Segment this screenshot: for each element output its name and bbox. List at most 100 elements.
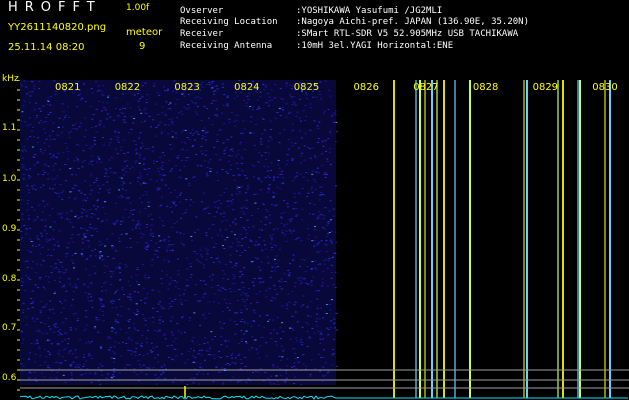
noise-dot xyxy=(211,87,214,89)
noise-dot xyxy=(309,373,312,375)
noise-dot xyxy=(221,112,223,114)
noise-dot xyxy=(180,302,183,304)
noise-dot xyxy=(335,365,338,367)
noise-dot xyxy=(256,99,259,101)
noise-dot xyxy=(267,378,270,380)
noise-dot xyxy=(70,259,73,261)
noise-dot xyxy=(72,361,75,363)
noise-dot xyxy=(65,256,68,258)
noise-dot xyxy=(201,86,204,88)
noise-dot xyxy=(300,240,303,242)
noise-dot xyxy=(57,135,60,137)
noise-dot xyxy=(317,242,320,244)
noise-dot xyxy=(237,168,240,169)
noise-dot xyxy=(302,304,305,306)
noise-dot xyxy=(47,114,50,115)
noise-dot xyxy=(242,287,245,289)
noise-dot xyxy=(89,223,92,225)
noise-dot xyxy=(292,259,295,261)
x-tick-label: 0830 xyxy=(592,82,618,93)
noise-dot xyxy=(140,202,143,204)
noise-dot xyxy=(206,131,209,133)
noise-dot xyxy=(300,306,303,308)
noise-dot xyxy=(311,173,314,175)
noise-dot xyxy=(44,121,47,122)
noise-dot xyxy=(229,169,232,170)
noise-dot xyxy=(301,326,304,328)
noise-dot xyxy=(204,160,207,162)
noise-dot xyxy=(202,192,205,194)
noise-dot xyxy=(49,328,52,330)
noise-dot xyxy=(326,174,328,175)
noise-dot xyxy=(99,123,102,125)
noise-dot xyxy=(217,257,220,259)
noise-dot xyxy=(274,297,277,299)
noise-dot xyxy=(39,148,42,150)
noise-dot xyxy=(75,287,78,289)
noise-dot xyxy=(118,240,121,242)
noise-dot xyxy=(326,224,329,226)
noise-dot xyxy=(221,367,224,369)
noise-dot xyxy=(334,327,337,329)
noise-dot xyxy=(61,198,64,200)
noise-dot xyxy=(110,283,113,285)
noise-dot xyxy=(91,307,94,309)
noise-dot xyxy=(266,170,269,172)
noise-dot xyxy=(130,128,133,130)
noise-dot xyxy=(91,127,94,128)
noise-dot xyxy=(73,159,76,161)
x-tick-label: 0827 xyxy=(413,82,439,93)
noise-dot xyxy=(325,240,328,242)
noise-dot xyxy=(102,107,105,109)
noise-dot xyxy=(227,173,229,174)
noise-dot xyxy=(80,368,83,370)
noise-dot xyxy=(57,259,60,261)
noise-dot xyxy=(82,150,85,152)
noise-dot xyxy=(24,168,27,170)
noise-dot xyxy=(164,184,167,186)
noise-dot xyxy=(208,276,211,278)
noise-dot xyxy=(321,165,324,167)
noise-dot xyxy=(207,354,210,355)
noise-dot xyxy=(316,307,319,309)
noise-dot xyxy=(332,339,335,341)
noise-dot xyxy=(102,94,105,96)
noise-dot xyxy=(215,211,218,213)
noise-dot xyxy=(119,221,122,223)
noise-dot xyxy=(31,130,33,132)
noise-dot xyxy=(269,222,272,224)
noise-dot xyxy=(225,303,228,305)
noise-dot xyxy=(169,249,172,251)
noise-dot xyxy=(194,284,197,285)
noise-dot xyxy=(333,112,336,114)
noise-dot xyxy=(47,366,50,368)
noise-dot xyxy=(44,361,47,363)
noise-dot xyxy=(29,372,32,374)
noise-dot xyxy=(187,351,190,353)
noise-dot xyxy=(22,338,25,340)
noise-dot xyxy=(45,240,48,242)
noise-dot xyxy=(124,107,127,109)
noise-dot xyxy=(277,159,280,161)
noise-dot xyxy=(29,136,32,138)
noise-dot xyxy=(239,276,242,278)
noise-dot xyxy=(245,341,247,343)
noise-dot xyxy=(98,255,101,257)
noise-dot xyxy=(304,271,307,273)
antenna-value: :10mH 3el.YAGI Horizontal:ENE xyxy=(296,41,454,51)
noise-dot xyxy=(270,89,273,91)
noise-dot xyxy=(107,336,110,337)
noise-dot xyxy=(64,164,67,165)
noise-dot xyxy=(176,323,179,325)
noise-dot xyxy=(213,146,216,148)
noise-dot xyxy=(177,155,180,156)
noise-dot xyxy=(242,292,244,294)
noise-dot xyxy=(151,218,154,220)
noise-dot xyxy=(54,291,57,293)
noise-dot xyxy=(49,153,51,155)
noise-dot xyxy=(31,91,34,93)
noise-dot xyxy=(168,124,170,126)
noise-dot xyxy=(203,208,205,210)
noise-dot xyxy=(83,136,86,137)
noise-dot xyxy=(103,126,106,128)
